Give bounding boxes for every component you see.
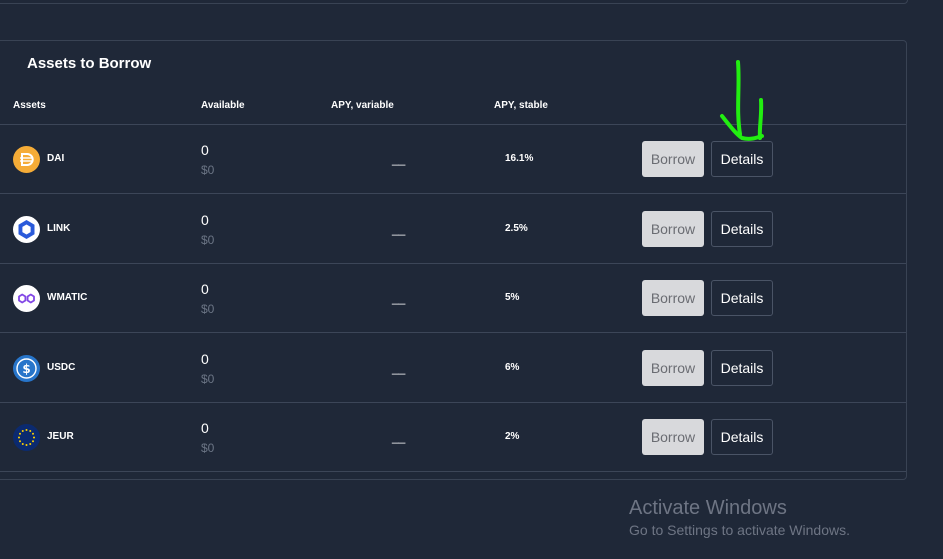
- activate-windows-subtitle: Go to Settings to activate Windows.: [629, 522, 850, 538]
- borrow-button[interactable]: Borrow: [642, 280, 704, 316]
- section-title: Assets to Borrow: [27, 55, 152, 72]
- column-header-assets: Assets: [13, 100, 46, 111]
- apy-stable-value: 2%: [505, 431, 520, 442]
- link-icon: [13, 216, 40, 243]
- column-header-apy-stable: APY, stable: [494, 100, 548, 111]
- table-row: WMATIC 0 $0 __ 5% Borrow Details: [0, 264, 906, 333]
- available-amount: 0: [201, 351, 209, 367]
- apy-stable-value: 5%: [505, 292, 520, 303]
- column-header-apy-variable: APY, variable: [331, 100, 394, 111]
- dai-icon: [13, 146, 40, 173]
- borrow-button[interactable]: Borrow: [642, 419, 704, 455]
- apy-stable-value: 2.5%: [505, 223, 528, 234]
- borrow-button[interactable]: Borrow: [642, 211, 704, 247]
- asset-name: LINK: [47, 223, 71, 234]
- available-usd: $0: [201, 372, 215, 386]
- details-button[interactable]: Details: [711, 211, 773, 247]
- asset-name: JEUR: [47, 431, 74, 442]
- table-row: $ USDC 0 $0 __ 6% Borrow Details: [0, 334, 906, 403]
- jeur-icon: [13, 424, 40, 451]
- table-row: LINK 0 $0 __ 2.5% Borrow Details: [0, 195, 906, 264]
- table-row: JEUR 0 $0 __ 2% Borrow Details: [0, 403, 906, 472]
- apy-variable-value: __: [392, 152, 406, 166]
- apy-stable-value: 6%: [505, 362, 520, 373]
- column-header-available: Available: [201, 100, 245, 111]
- details-button[interactable]: Details: [711, 350, 773, 386]
- activate-windows-title: Activate Windows: [629, 497, 787, 519]
- apy-variable-value: __: [392, 430, 406, 444]
- details-button[interactable]: Details: [711, 419, 773, 455]
- borrow-button[interactable]: Borrow: [642, 350, 704, 386]
- available-usd: $0: [201, 302, 215, 316]
- hand-drawn-arrow-annotation: [720, 60, 764, 141]
- usdc-icon: $: [13, 355, 40, 382]
- borrow-button[interactable]: Borrow: [642, 141, 704, 177]
- apy-variable-value: __: [392, 291, 406, 305]
- available-amount: 0: [201, 212, 209, 228]
- top-panel-edge: [0, 0, 908, 4]
- apy-stable-value: 16.1%: [505, 153, 534, 164]
- available-amount: 0: [201, 420, 209, 436]
- asset-name: WMATIC: [47, 292, 88, 303]
- wmatic-icon: [13, 285, 40, 312]
- available-amount: 0: [201, 281, 209, 297]
- available-usd: $0: [201, 163, 215, 177]
- available-usd: $0: [201, 233, 215, 247]
- asset-name: DAI: [47, 153, 65, 164]
- details-button[interactable]: Details: [711, 280, 773, 316]
- asset-name: USDC: [47, 362, 76, 373]
- svg-text:$: $: [22, 362, 30, 376]
- apy-variable-value: __: [392, 361, 406, 375]
- apy-variable-value: __: [392, 222, 406, 236]
- available-usd: $0: [201, 441, 215, 455]
- available-amount: 0: [201, 142, 209, 158]
